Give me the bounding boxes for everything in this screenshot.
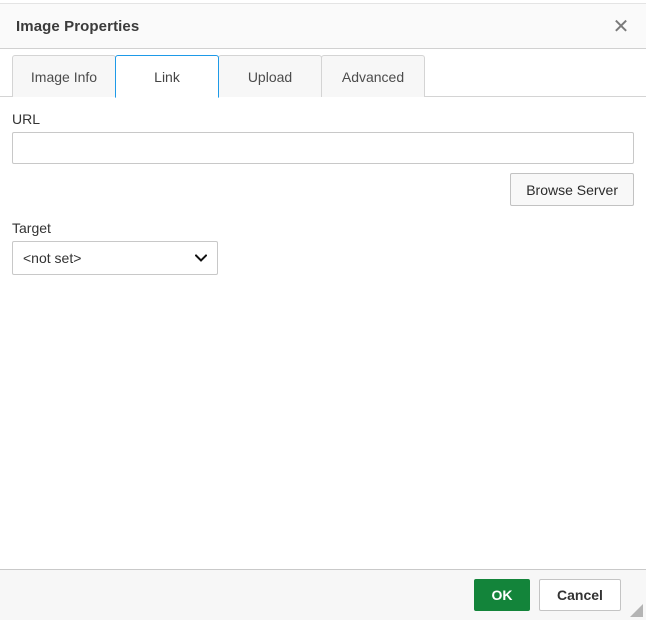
dialog-footer: OK Cancel <box>0 569 646 620</box>
browse-server-button[interactable]: Browse Server <box>510 173 634 206</box>
target-label: Target <box>12 220 51 236</box>
resize-grip-icon[interactable] <box>628 602 644 618</box>
tab-advanced[interactable]: Advanced <box>321 55 425 97</box>
target-block: Target <not set> <box>12 220 634 275</box>
tab-upload[interactable]: Upload <box>218 55 322 97</box>
ok-button[interactable]: OK <box>474 579 530 611</box>
url-input[interactable] <box>12 132 634 164</box>
target-select-wrapper: <not set> <box>12 241 218 275</box>
tab-image-info[interactable]: Image Info <box>12 55 116 97</box>
target-select[interactable]: <not set> <box>12 241 218 275</box>
cancel-button[interactable]: Cancel <box>539 579 621 611</box>
link-tab-panel: URL Browse Server Target <not set> <box>0 97 646 569</box>
dialog-titlebar: Image Properties ✕ <box>0 4 646 49</box>
dialog-title: Image Properties <box>16 17 140 35</box>
browse-server-row: Browse Server <box>12 173 634 206</box>
tab-link[interactable]: Link <box>115 55 219 98</box>
tab-bar: Image Info Link Upload Advanced <box>0 49 646 98</box>
close-icon[interactable]: ✕ <box>606 11 636 41</box>
image-properties-dialog: Image Properties ✕ Image Info Link Uploa… <box>0 0 646 620</box>
url-label: URL <box>12 111 41 127</box>
